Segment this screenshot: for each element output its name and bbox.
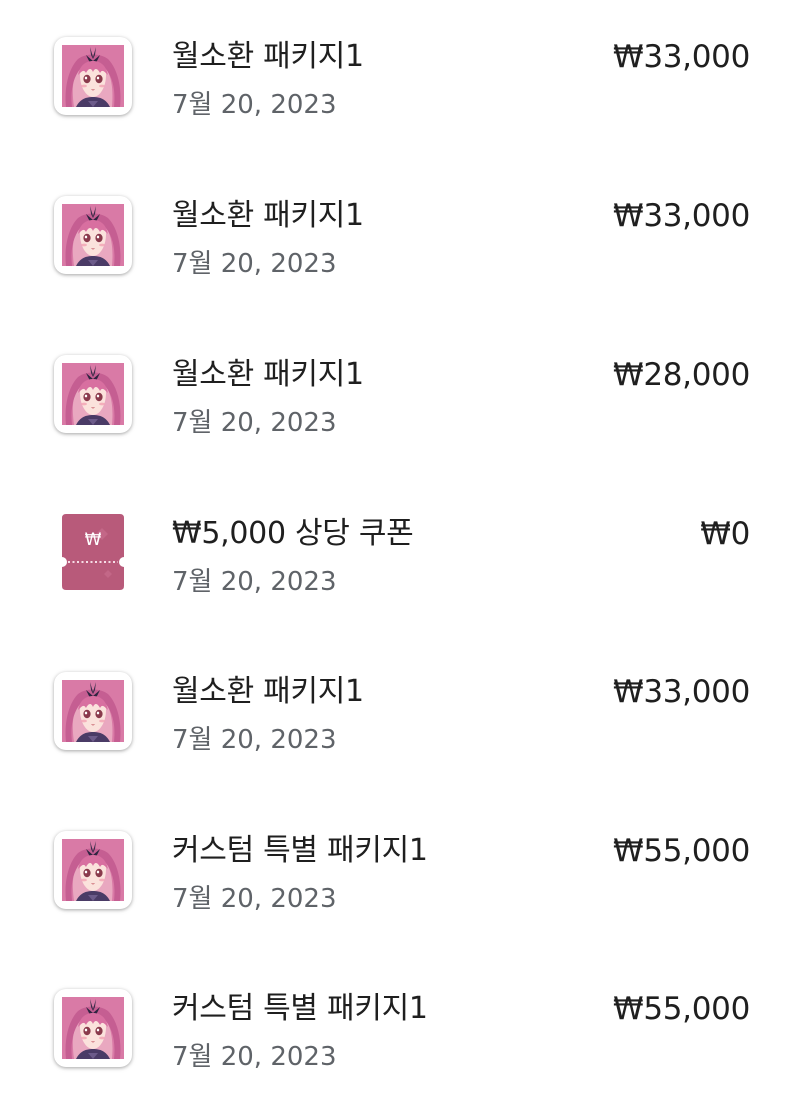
item-price: ₩33,000	[612, 39, 750, 75]
item-title: 월소환 패키지1	[172, 674, 364, 709]
purchase-item[interactable]: 커스텀 특별 패키지1 7월 20, 2023 ₩55,000	[0, 989, 800, 1089]
coupon-icon: ₩	[62, 514, 124, 590]
purchase-item[interactable]: 월소환 패키지1 7월 20, 2023 ₩33,000	[0, 37, 800, 137]
item-title: 월소환 패키지1	[172, 198, 364, 233]
item-price: ₩0	[700, 516, 750, 552]
item-date: 7월 20, 2023	[172, 884, 337, 914]
item-price: ₩55,000	[612, 833, 750, 869]
purchase-item[interactable]: 월소환 패키지1 7월 20, 2023 ₩28,000	[0, 355, 800, 455]
purchase-item[interactable]: 월소환 패키지1 7월 20, 2023 ₩33,000	[0, 196, 800, 296]
item-price: ₩33,000	[612, 198, 750, 234]
item-date: 7월 20, 2023	[172, 249, 337, 279]
game-app-icon	[54, 989, 132, 1067]
item-date: 7월 20, 2023	[172, 567, 337, 597]
purchase-history-list: 월소환 패키지1 7월 20, 2023 ₩33,000 월소환 패키지1 7월…	[0, 0, 800, 1101]
item-title: 커스텀 특별 패키지1	[172, 991, 428, 1026]
purchase-item[interactable]: 커스텀 특별 패키지1 7월 20, 2023 ₩55,000	[0, 831, 800, 931]
coupon-symbol: ₩	[85, 530, 102, 550]
item-title: ₩5,000 상당 쿠폰	[172, 516, 414, 551]
item-price: ₩28,000	[612, 357, 750, 393]
game-app-icon	[54, 196, 132, 274]
game-app-icon	[54, 672, 132, 750]
item-price: ₩55,000	[612, 991, 750, 1027]
game-app-icon	[54, 37, 132, 115]
item-title: 월소환 패키지1	[172, 357, 364, 392]
item-date: 7월 20, 2023	[172, 725, 337, 755]
item-title: 월소환 패키지1	[172, 39, 364, 74]
item-date: 7월 20, 2023	[172, 90, 337, 120]
item-price: ₩33,000	[612, 674, 750, 710]
item-date: 7월 20, 2023	[172, 408, 337, 438]
purchase-item[interactable]: ₩ ₩5,000 상당 쿠폰 7월 20, 2023 ₩0	[0, 514, 800, 614]
game-app-icon	[54, 831, 132, 909]
purchase-item[interactable]: 월소환 패키지1 7월 20, 2023 ₩33,000	[0, 672, 800, 772]
game-app-icon	[54, 355, 132, 433]
item-title: 커스텀 특별 패키지1	[172, 833, 428, 868]
item-date: 7월 20, 2023	[172, 1042, 337, 1072]
